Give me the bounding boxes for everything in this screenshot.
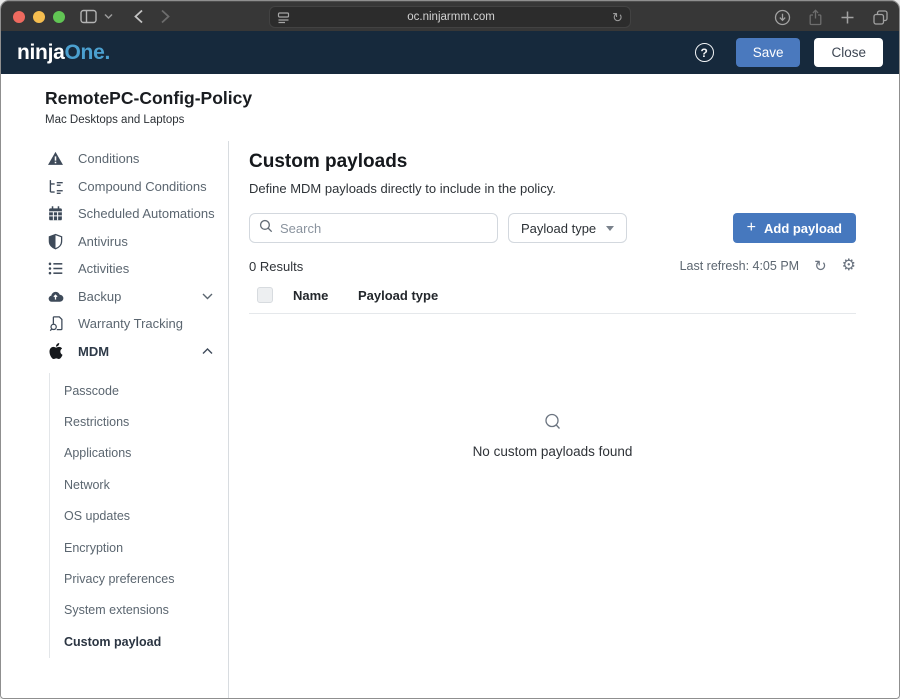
share-icon[interactable] bbox=[808, 9, 823, 26]
page-title: Custom payloads bbox=[249, 151, 856, 173]
apple-icon bbox=[47, 343, 64, 360]
select-all-checkbox[interactable] bbox=[257, 287, 273, 303]
new-tab-icon[interactable] bbox=[840, 10, 855, 25]
sidebar-chevron-icon[interactable] bbox=[104, 13, 113, 20]
sidebar-item-mdm[interactable]: MDM bbox=[1, 338, 228, 366]
shield-icon bbox=[47, 233, 64, 250]
sidebar-item-os-updates[interactable]: OS updates bbox=[50, 501, 228, 532]
browser-toolbar: oc.ninjarmm.com ↻ bbox=[1, 1, 899, 31]
table-header: Name Payload type bbox=[249, 287, 856, 314]
reload-icon[interactable]: ↻ bbox=[612, 11, 623, 24]
downloads-icon[interactable] bbox=[774, 9, 791, 26]
policy-sidebar: Conditions Compound Conditions Scheduled… bbox=[1, 141, 229, 698]
gear-icon[interactable]: ⚙ bbox=[842, 258, 856, 274]
address-bar[interactable]: oc.ninjarmm.com ↻ bbox=[269, 6, 631, 28]
search-icon bbox=[259, 219, 273, 238]
sidebar-item-compound-conditions[interactable]: Compound Conditions bbox=[1, 173, 228, 201]
page-description: Define MDM payloads directly to include … bbox=[249, 181, 856, 196]
back-button[interactable] bbox=[133, 9, 144, 24]
close-window-button[interactable] bbox=[13, 11, 25, 23]
warning-triangle-icon bbox=[47, 150, 64, 167]
caret-down-icon bbox=[606, 226, 614, 231]
cloud-upload-icon bbox=[47, 288, 64, 305]
chevron-down-icon bbox=[202, 293, 213, 300]
tree-icon bbox=[47, 178, 64, 195]
search-box[interactable] bbox=[249, 213, 498, 243]
sidebar-item-backup[interactable]: Backup bbox=[1, 283, 228, 311]
sidebar-item-activities[interactable]: Activities bbox=[1, 255, 228, 283]
traffic-lights bbox=[13, 11, 65, 23]
search-empty-icon bbox=[543, 412, 563, 437]
main-content: Custom payloads Define MDM payloads dire… bbox=[229, 141, 899, 698]
browser-window: oc.ninjarmm.com ↻ ninjaOne. ? Save Cl bbox=[0, 0, 900, 699]
chevron-up-icon bbox=[202, 348, 213, 355]
sidebar-item-warranty-tracking[interactable]: Warranty Tracking bbox=[1, 310, 228, 338]
sidebar-item-network[interactable]: Network bbox=[50, 469, 228, 500]
forward-button[interactable] bbox=[160, 9, 171, 24]
sidebar-item-restrictions[interactable]: Restrictions bbox=[50, 406, 228, 437]
refresh-icon[interactable]: ↻ bbox=[814, 259, 827, 274]
tab-overview-icon[interactable] bbox=[872, 9, 889, 26]
search-input[interactable] bbox=[280, 221, 488, 236]
close-button[interactable]: Close bbox=[814, 38, 883, 67]
last-refresh-label: Last refresh: 4:05 PM bbox=[680, 259, 800, 273]
add-payload-button[interactable]: + Add payload bbox=[733, 213, 856, 243]
sidebar-item-antivirus[interactable]: Antivirus bbox=[1, 228, 228, 256]
policy-title: RemotePC-Config-Policy bbox=[45, 88, 899, 109]
sidebar-item-scheduled-automations[interactable]: Scheduled Automations bbox=[1, 200, 228, 228]
sidebar-item-applications[interactable]: Applications bbox=[50, 438, 228, 469]
sidebar-item-system-extensions[interactable]: System extensions bbox=[50, 595, 228, 626]
minimize-window-button[interactable] bbox=[33, 11, 45, 23]
calendar-icon bbox=[47, 205, 64, 222]
sidebar-item-encryption[interactable]: Encryption bbox=[50, 532, 228, 563]
column-header-payload-type: Payload type bbox=[358, 288, 438, 303]
url-text: oc.ninjarmm.com bbox=[290, 11, 612, 23]
empty-state-text: No custom payloads found bbox=[473, 444, 633, 459]
sidebar-item-privacy-preferences[interactable]: Privacy preferences bbox=[50, 563, 228, 594]
plus-icon: + bbox=[747, 220, 756, 236]
sidebar-item-conditions[interactable]: Conditions bbox=[1, 145, 228, 173]
sidebar-item-custom-payload[interactable]: Custom payload bbox=[50, 626, 228, 657]
list-icon bbox=[47, 260, 64, 277]
document-search-icon bbox=[47, 315, 64, 332]
save-button[interactable]: Save bbox=[736, 38, 801, 67]
payload-type-filter[interactable]: Payload type bbox=[508, 213, 627, 243]
page-settings-icon[interactable] bbox=[277, 11, 290, 24]
zoom-window-button[interactable] bbox=[53, 11, 65, 23]
empty-state: No custom payloads found bbox=[249, 412, 856, 459]
policy-subtitle: Mac Desktops and Laptops bbox=[45, 114, 899, 126]
mdm-subnav: Passcode Restrictions Applications Netwo… bbox=[49, 373, 228, 658]
ninjaone-logo: ninjaOne. bbox=[17, 41, 110, 65]
results-count: 0 Results bbox=[249, 259, 303, 274]
column-header-name: Name bbox=[293, 288, 338, 303]
sidebar-item-passcode[interactable]: Passcode bbox=[50, 375, 228, 406]
app-header: ninjaOne. ? Save Close bbox=[1, 31, 899, 74]
help-icon[interactable]: ? bbox=[695, 43, 714, 62]
sidebar-toggle-icon[interactable] bbox=[79, 7, 98, 26]
